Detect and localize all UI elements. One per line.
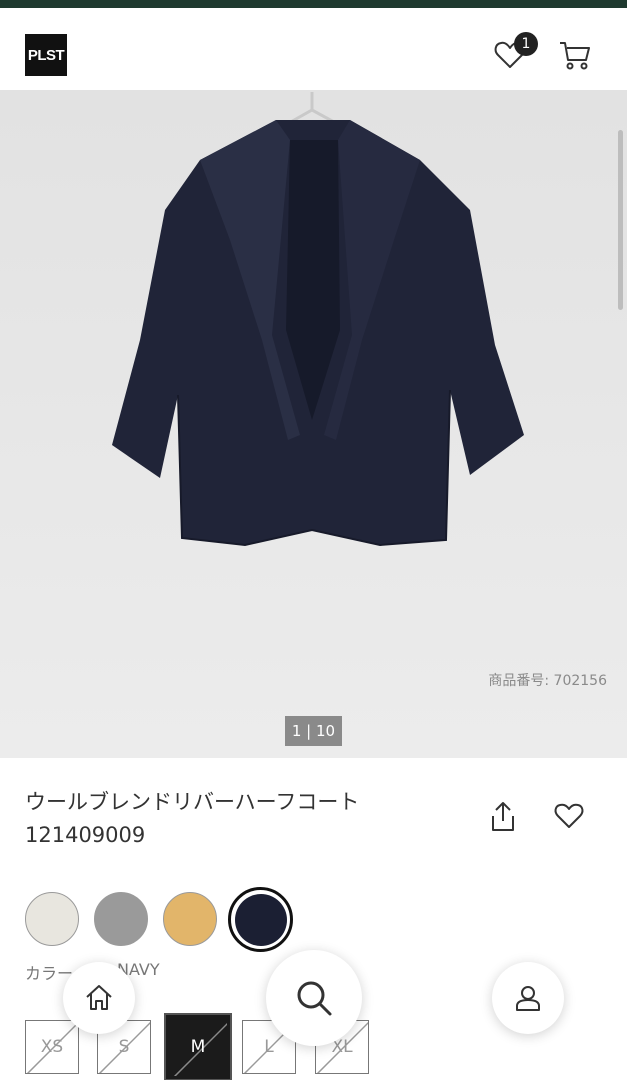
color-label: カラー [25, 964, 74, 983]
home-button[interactable] [63, 962, 135, 1034]
product-code: 121409009 [25, 823, 146, 847]
color-swatch-camel[interactable] [163, 892, 217, 946]
color-swatch-gray[interactable] [94, 892, 148, 946]
plst-logo[interactable]: PLST [25, 34, 67, 76]
heart-icon [554, 803, 584, 828]
size-label: XS [40, 1037, 64, 1057]
size-label: M [190, 1037, 206, 1057]
size-label: L [264, 1037, 274, 1057]
product-image-gallery[interactable]: 商品番号: 702156 1 | 10 [0, 90, 627, 758]
site-header: PLST 1 [0, 8, 627, 90]
product-title: ウールブレンドリバーハーフコート [25, 790, 360, 814]
share-icon [492, 802, 514, 831]
favorites-count-badge: 1 [514, 32, 538, 56]
color-swatch-off-white[interactable] [25, 892, 79, 946]
color-swatch-navy[interactable] [228, 887, 293, 952]
add-to-favorites-button[interactable] [553, 800, 585, 832]
top-color-strip [0, 0, 627, 8]
color-swatch-navy-fill [234, 893, 287, 946]
search-button[interactable] [266, 950, 362, 1046]
home-icon [86, 985, 112, 1010]
coat-image [0, 90, 627, 758]
size-label: S [118, 1037, 130, 1057]
account-icon [516, 986, 540, 1011]
image-pager: 1 | 10 [285, 716, 342, 746]
item-number: 商品番号: 702156 [488, 673, 607, 689]
cart-button[interactable] [558, 38, 592, 72]
share-button[interactable] [487, 800, 519, 834]
size-option-m[interactable]: M [164, 1013, 232, 1080]
account-button[interactable] [492, 962, 564, 1034]
cart-icon [560, 42, 590, 70]
size-option-xs[interactable]: XS [25, 1020, 79, 1074]
search-icon [297, 981, 332, 1016]
page-scrollbar[interactable] [618, 130, 623, 310]
